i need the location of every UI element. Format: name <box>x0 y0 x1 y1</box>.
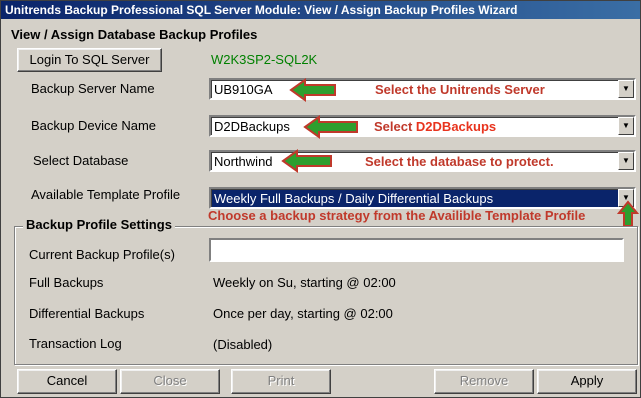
annotation-select-database: Select the database to protect. <box>365 154 554 169</box>
page-heading: View / Assign Database Backup Profiles <box>11 27 258 42</box>
title-bar: Unitrends Backup Professional SQL Server… <box>1 1 640 19</box>
chevron-down-icon[interactable]: ▼ <box>618 152 634 170</box>
cancel-button[interactable]: Cancel <box>17 369 117 394</box>
database-value: Northwind <box>214 154 273 169</box>
wizard-window: Unitrends Backup Professional SQL Server… <box>0 0 641 398</box>
differential-backups-label: Differential Backups <box>29 306 145 321</box>
print-button[interactable]: Print <box>231 369 331 394</box>
apply-button[interactable]: Apply <box>537 369 637 394</box>
select-database-label: Select Database <box>33 153 129 168</box>
close-button[interactable]: Close <box>120 369 220 394</box>
annotation-prefix: Select <box>374 119 416 134</box>
template-profile-combo[interactable]: Weekly Full Backups / Daily Differential… <box>209 187 636 209</box>
annotation-select-device: Select D2DBackups <box>374 119 496 134</box>
full-backups-label: Full Backups <box>29 275 104 290</box>
differential-backups-value: Once per day, starting @ 02:00 <box>213 306 393 321</box>
login-sql-server-button[interactable]: Login To SQL Server <box>17 48 162 72</box>
transaction-log-value: (Disabled) <box>213 337 273 352</box>
sql-server-instance: W2K3SP2-SQL2K <box>211 52 318 67</box>
green-arrow-icon <box>303 115 358 139</box>
annotation-device-name: D2DBackups <box>415 119 497 134</box>
backup-server-label: Backup Server Name <box>31 81 155 96</box>
chevron-down-icon[interactable]: ▼ <box>618 80 634 98</box>
full-backups-value: Weekly on Su, starting @ 02:00 <box>213 275 396 290</box>
green-arrow-icon <box>289 78 336 102</box>
current-profile-label: Current Backup Profile(s) <box>29 247 175 262</box>
annotation-select-server: Select the Unitrends Server <box>375 82 545 97</box>
green-up-arrow-icon <box>617 200 639 227</box>
green-arrow-icon <box>281 149 332 173</box>
remove-button[interactable]: Remove <box>434 369 534 394</box>
chevron-down-icon[interactable]: ▼ <box>618 117 634 135</box>
backup-server-value: UB910GA <box>214 82 273 97</box>
transaction-log-label: Transaction Log <box>29 336 122 351</box>
current-profile-field[interactable] <box>209 238 624 262</box>
backup-device-value: D2DBackups <box>214 119 290 134</box>
template-profile-label: Available Template Profile <box>31 187 181 202</box>
template-profile-value: Weekly Full Backups / Daily Differential… <box>214 191 494 206</box>
group-title: Backup Profile Settings <box>23 217 175 232</box>
annotation-choose-strategy: Choose a backup strategy from the Availi… <box>208 208 586 223</box>
backup-device-label: Backup Device Name <box>31 118 156 133</box>
